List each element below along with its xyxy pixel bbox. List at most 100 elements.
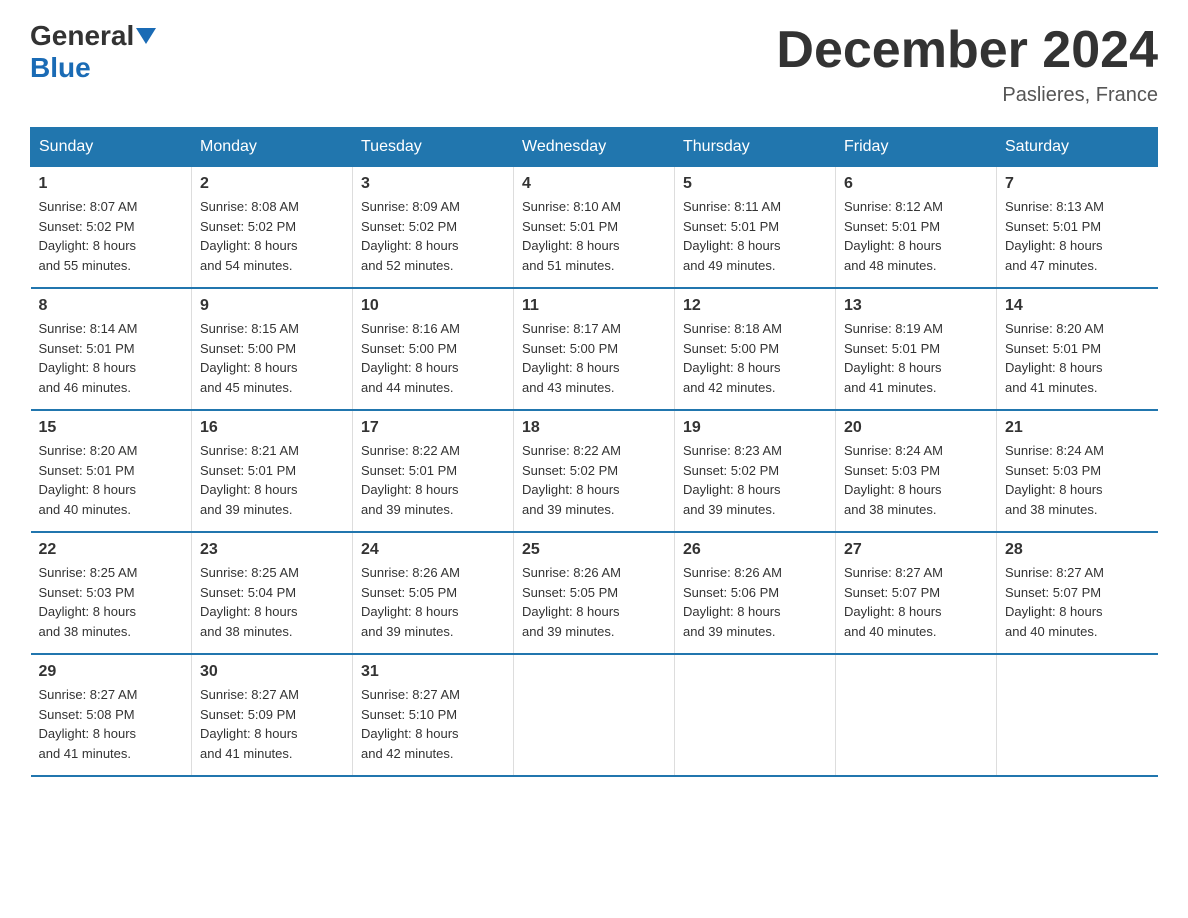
day-number: 23 <box>200 541 344 559</box>
day-number: 29 <box>39 663 184 681</box>
day-info: Sunrise: 8:20 AMSunset: 5:01 PMDaylight:… <box>1005 319 1150 397</box>
day-number: 25 <box>522 541 666 559</box>
day-number: 22 <box>39 541 184 559</box>
day-number: 4 <box>522 175 666 193</box>
day-info: Sunrise: 8:25 AMSunset: 5:03 PMDaylight:… <box>39 563 184 641</box>
logo-general-text: General <box>30 20 134 52</box>
calendar-cell: 17 Sunrise: 8:22 AMSunset: 5:01 PMDaylig… <box>353 410 514 532</box>
day-info: Sunrise: 8:07 AMSunset: 5:02 PMDaylight:… <box>39 197 184 275</box>
calendar-cell <box>836 654 997 776</box>
calendar-cell <box>675 654 836 776</box>
calendar-cell: 18 Sunrise: 8:22 AMSunset: 5:02 PMDaylig… <box>514 410 675 532</box>
day-info: Sunrise: 8:22 AMSunset: 5:01 PMDaylight:… <box>361 441 505 519</box>
calendar-cell: 31 Sunrise: 8:27 AMSunset: 5:10 PMDaylig… <box>353 654 514 776</box>
week-row-2: 8 Sunrise: 8:14 AMSunset: 5:01 PMDayligh… <box>31 288 1158 410</box>
calendar-cell: 28 Sunrise: 8:27 AMSunset: 5:07 PMDaylig… <box>997 532 1158 654</box>
calendar-cell: 26 Sunrise: 8:26 AMSunset: 5:06 PMDaylig… <box>675 532 836 654</box>
calendar-cell: 15 Sunrise: 8:20 AMSunset: 5:01 PMDaylig… <box>31 410 192 532</box>
day-number: 30 <box>200 663 344 681</box>
calendar-cell: 11 Sunrise: 8:17 AMSunset: 5:00 PMDaylig… <box>514 288 675 410</box>
header-sunday: Sunday <box>31 128 192 167</box>
day-number: 13 <box>844 297 988 315</box>
day-number: 12 <box>683 297 827 315</box>
day-number: 6 <box>844 175 988 193</box>
week-row-5: 29 Sunrise: 8:27 AMSunset: 5:08 PMDaylig… <box>31 654 1158 776</box>
header-monday: Monday <box>192 128 353 167</box>
header-saturday: Saturday <box>997 128 1158 167</box>
day-info: Sunrise: 8:19 AMSunset: 5:01 PMDaylight:… <box>844 319 988 397</box>
day-number: 1 <box>39 175 184 193</box>
day-number: 14 <box>1005 297 1150 315</box>
day-number: 9 <box>200 297 344 315</box>
day-info: Sunrise: 8:23 AMSunset: 5:02 PMDaylight:… <box>683 441 827 519</box>
header-thursday: Thursday <box>675 128 836 167</box>
day-info: Sunrise: 8:25 AMSunset: 5:04 PMDaylight:… <box>200 563 344 641</box>
calendar-cell <box>997 654 1158 776</box>
day-number: 16 <box>200 419 344 437</box>
calendar-cell: 8 Sunrise: 8:14 AMSunset: 5:01 PMDayligh… <box>31 288 192 410</box>
day-info: Sunrise: 8:27 AMSunset: 5:07 PMDaylight:… <box>844 563 988 641</box>
calendar-cell: 25 Sunrise: 8:26 AMSunset: 5:05 PMDaylig… <box>514 532 675 654</box>
day-info: Sunrise: 8:20 AMSunset: 5:01 PMDaylight:… <box>39 441 184 519</box>
calendar-cell: 21 Sunrise: 8:24 AMSunset: 5:03 PMDaylig… <box>997 410 1158 532</box>
day-info: Sunrise: 8:17 AMSunset: 5:00 PMDaylight:… <box>522 319 666 397</box>
day-number: 15 <box>39 419 184 437</box>
day-info: Sunrise: 8:09 AMSunset: 5:02 PMDaylight:… <box>361 197 505 275</box>
day-number: 31 <box>361 663 505 681</box>
calendar-cell: 14 Sunrise: 8:20 AMSunset: 5:01 PMDaylig… <box>997 288 1158 410</box>
day-info: Sunrise: 8:14 AMSunset: 5:01 PMDaylight:… <box>39 319 184 397</box>
day-info: Sunrise: 8:13 AMSunset: 5:01 PMDaylight:… <box>1005 197 1150 275</box>
calendar-cell: 10 Sunrise: 8:16 AMSunset: 5:00 PMDaylig… <box>353 288 514 410</box>
week-row-3: 15 Sunrise: 8:20 AMSunset: 5:01 PMDaylig… <box>31 410 1158 532</box>
calendar-cell: 5 Sunrise: 8:11 AMSunset: 5:01 PMDayligh… <box>675 167 836 289</box>
calendar-cell: 9 Sunrise: 8:15 AMSunset: 5:00 PMDayligh… <box>192 288 353 410</box>
calendar-cell: 13 Sunrise: 8:19 AMSunset: 5:01 PMDaylig… <box>836 288 997 410</box>
calendar-cell: 16 Sunrise: 8:21 AMSunset: 5:01 PMDaylig… <box>192 410 353 532</box>
day-info: Sunrise: 8:24 AMSunset: 5:03 PMDaylight:… <box>1005 441 1150 519</box>
day-number: 27 <box>844 541 988 559</box>
header-wednesday: Wednesday <box>514 128 675 167</box>
day-info: Sunrise: 8:26 AMSunset: 5:05 PMDaylight:… <box>361 563 505 641</box>
calendar-cell: 7 Sunrise: 8:13 AMSunset: 5:01 PMDayligh… <box>997 167 1158 289</box>
calendar-header-row: SundayMondayTuesdayWednesdayThursdayFrid… <box>31 128 1158 167</box>
calendar-cell: 6 Sunrise: 8:12 AMSunset: 5:01 PMDayligh… <box>836 167 997 289</box>
day-number: 28 <box>1005 541 1150 559</box>
day-info: Sunrise: 8:11 AMSunset: 5:01 PMDaylight:… <box>683 197 827 275</box>
day-info: Sunrise: 8:26 AMSunset: 5:06 PMDaylight:… <box>683 563 827 641</box>
day-info: Sunrise: 8:15 AMSunset: 5:00 PMDaylight:… <box>200 319 344 397</box>
day-info: Sunrise: 8:27 AMSunset: 5:07 PMDaylight:… <box>1005 563 1150 641</box>
title-block: December 2024 Paslieres, France <box>776 20 1158 107</box>
day-number: 11 <box>522 297 666 315</box>
calendar-cell: 20 Sunrise: 8:24 AMSunset: 5:03 PMDaylig… <box>836 410 997 532</box>
calendar-cell: 12 Sunrise: 8:18 AMSunset: 5:00 PMDaylig… <box>675 288 836 410</box>
calendar-cell: 29 Sunrise: 8:27 AMSunset: 5:08 PMDaylig… <box>31 654 192 776</box>
calendar-cell: 19 Sunrise: 8:23 AMSunset: 5:02 PMDaylig… <box>675 410 836 532</box>
day-number: 5 <box>683 175 827 193</box>
day-number: 19 <box>683 419 827 437</box>
calendar-cell: 4 Sunrise: 8:10 AMSunset: 5:01 PMDayligh… <box>514 167 675 289</box>
day-info: Sunrise: 8:27 AMSunset: 5:09 PMDaylight:… <box>200 685 344 763</box>
calendar-cell: 3 Sunrise: 8:09 AMSunset: 5:02 PMDayligh… <box>353 167 514 289</box>
calendar-cell: 27 Sunrise: 8:27 AMSunset: 5:07 PMDaylig… <box>836 532 997 654</box>
header-friday: Friday <box>836 128 997 167</box>
day-info: Sunrise: 8:10 AMSunset: 5:01 PMDaylight:… <box>522 197 666 275</box>
day-info: Sunrise: 8:24 AMSunset: 5:03 PMDaylight:… <box>844 441 988 519</box>
day-info: Sunrise: 8:18 AMSunset: 5:00 PMDaylight:… <box>683 319 827 397</box>
calendar-cell: 23 Sunrise: 8:25 AMSunset: 5:04 PMDaylig… <box>192 532 353 654</box>
logo: General Blue <box>30 20 156 84</box>
calendar-cell: 24 Sunrise: 8:26 AMSunset: 5:05 PMDaylig… <box>353 532 514 654</box>
day-number: 3 <box>361 175 505 193</box>
day-number: 8 <box>39 297 184 315</box>
day-info: Sunrise: 8:12 AMSunset: 5:01 PMDaylight:… <box>844 197 988 275</box>
day-info: Sunrise: 8:27 AMSunset: 5:08 PMDaylight:… <box>39 685 184 763</box>
day-number: 17 <box>361 419 505 437</box>
day-info: Sunrise: 8:27 AMSunset: 5:10 PMDaylight:… <box>361 685 505 763</box>
day-number: 26 <box>683 541 827 559</box>
day-info: Sunrise: 8:26 AMSunset: 5:05 PMDaylight:… <box>522 563 666 641</box>
page-header: General Blue December 2024 Paslieres, Fr… <box>30 20 1158 107</box>
day-info: Sunrise: 8:08 AMSunset: 5:02 PMDaylight:… <box>200 197 344 275</box>
calendar-cell: 1 Sunrise: 8:07 AMSunset: 5:02 PMDayligh… <box>31 167 192 289</box>
calendar-table: SundayMondayTuesdayWednesdayThursdayFrid… <box>30 127 1158 777</box>
day-number: 10 <box>361 297 505 315</box>
day-info: Sunrise: 8:22 AMSunset: 5:02 PMDaylight:… <box>522 441 666 519</box>
